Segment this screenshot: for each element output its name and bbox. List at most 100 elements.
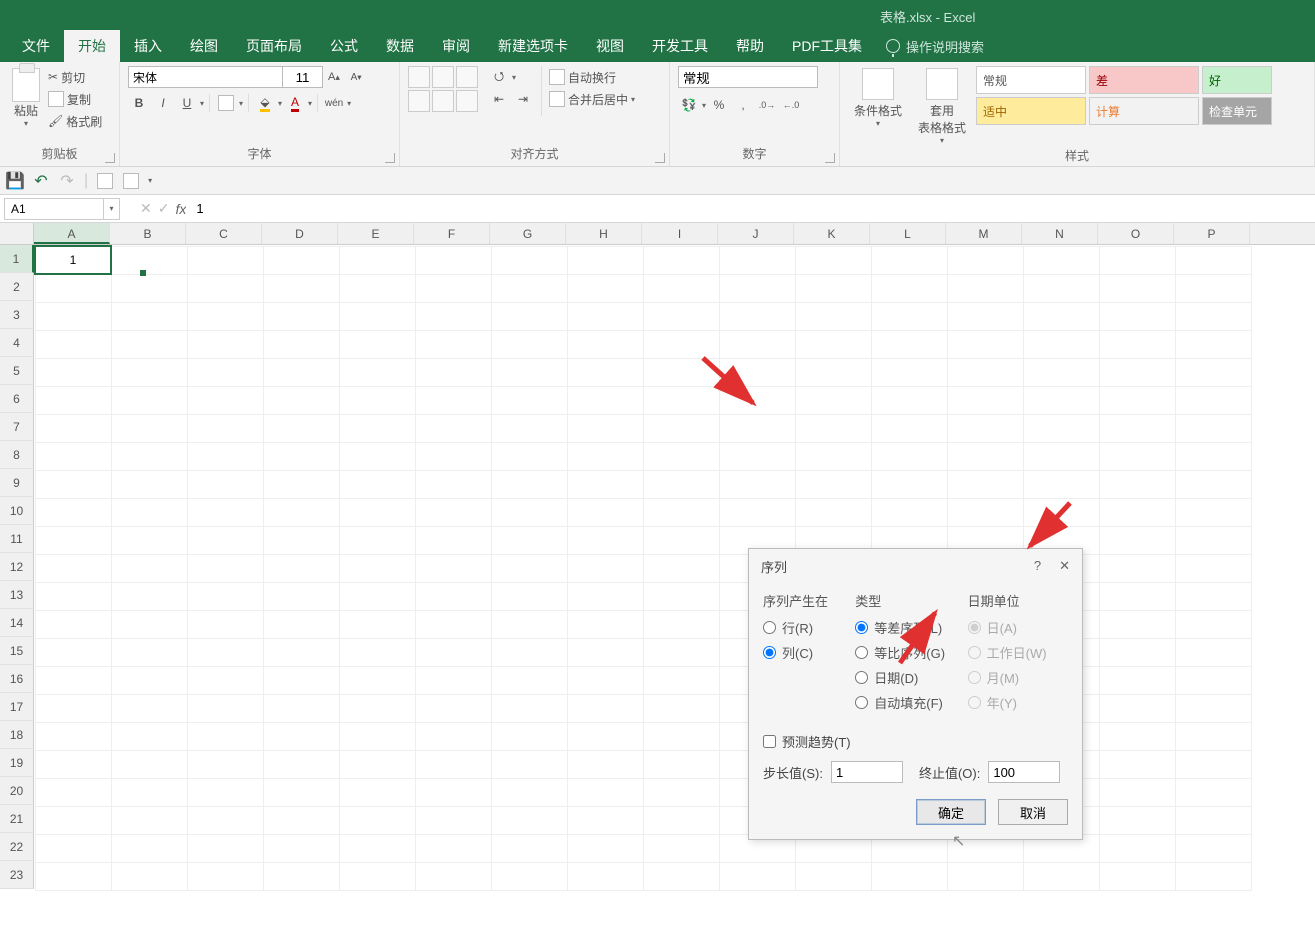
cell[interactable] [871,274,947,302]
cell[interactable] [1099,554,1175,582]
cell[interactable] [719,386,795,414]
cell[interactable] [415,750,491,778]
row-header-19[interactable]: 19 [0,749,34,777]
cell[interactable] [339,386,415,414]
trend-checkbox[interactable]: 预测趋势(T) [763,732,1068,751]
row-header-12[interactable]: 12 [0,553,34,581]
cell[interactable] [567,666,643,694]
cell[interactable] [111,778,187,806]
cut-button[interactable]: ✂剪切 [48,66,102,88]
cell[interactable] [491,778,567,806]
cell[interactable] [491,694,567,722]
cell[interactable] [491,750,567,778]
cell[interactable] [1023,442,1099,470]
cell[interactable] [871,358,947,386]
cell[interactable] [187,386,263,414]
cell[interactable] [643,638,719,666]
cell[interactable] [111,358,187,386]
bold-button[interactable]: B [128,92,150,114]
cell[interactable] [947,862,1023,890]
cell[interactable] [491,470,567,498]
cell[interactable] [947,274,1023,302]
cell[interactable] [795,302,871,330]
cell[interactable] [111,442,187,470]
cell[interactable] [415,302,491,330]
cell[interactable] [947,246,1023,274]
column-header-E[interactable]: E [338,223,414,244]
increase-indent-button[interactable]: ⇥ [512,88,534,110]
cell[interactable] [35,694,111,722]
cell[interactable] [1099,386,1175,414]
paste-button[interactable]: 粘贴 ▾ [8,66,44,130]
cell[interactable] [1099,358,1175,386]
cell[interactable] [187,638,263,666]
cell[interactable] [491,246,567,274]
row-header-23[interactable]: 23 [0,861,34,889]
cell[interactable] [35,442,111,470]
merge-center-button[interactable]: 合并后居中▾ [549,88,635,110]
cell[interactable] [415,610,491,638]
cell[interactable] [263,862,339,890]
comma-button[interactable]: , [732,94,754,116]
ok-button[interactable]: 确定 [916,799,986,825]
cell[interactable] [1099,610,1175,638]
cell[interactable] [1099,302,1175,330]
cell[interactable] [719,274,795,302]
cell[interactable] [187,862,263,890]
row-header-5[interactable]: 5 [0,357,34,385]
cell[interactable] [111,862,187,890]
cell[interactable] [567,246,643,274]
cell[interactable] [263,246,339,274]
cell[interactable] [643,666,719,694]
cell[interactable] [111,554,187,582]
cell[interactable] [795,274,871,302]
cell[interactable] [1175,666,1251,694]
cell[interactable] [1023,470,1099,498]
cell[interactable] [1099,442,1175,470]
cell[interactable] [1023,274,1099,302]
cell[interactable] [795,442,871,470]
close-button[interactable]: ✕ [1059,558,1070,574]
cell[interactable] [643,414,719,442]
cell[interactable] [1175,638,1251,666]
tab-formulas[interactable]: 公式 [316,30,372,62]
italic-button[interactable]: I [152,92,174,114]
cell[interactable] [339,806,415,834]
cells-area[interactable]: 1 [34,245,1315,891]
redo-button[interactable]: ↷ [58,172,76,190]
cell[interactable] [947,358,1023,386]
fill-color-button[interactable]: ⬙ [254,92,276,114]
cell[interactable] [187,526,263,554]
cell[interactable] [491,862,567,890]
cell[interactable] [1023,386,1099,414]
decrease-indent-button[interactable]: ⇤ [488,88,510,110]
cell[interactable] [339,414,415,442]
cell[interactable] [415,498,491,526]
cell[interactable] [567,274,643,302]
cell[interactable] [187,610,263,638]
cell[interactable] [567,806,643,834]
cell[interactable] [567,526,643,554]
cell[interactable] [263,806,339,834]
cell[interactable]: 1 [35,246,111,274]
row-header-22[interactable]: 22 [0,833,34,861]
row-header-15[interactable]: 15 [0,637,34,665]
style-calc[interactable]: 计算 [1089,97,1199,125]
radio-growth[interactable]: 等比序列(G) [855,643,955,662]
cell[interactable] [263,330,339,358]
enter-formula-button[interactable]: ✓ [158,200,170,217]
tab-home[interactable]: 开始 [64,30,120,62]
cell[interactable] [1175,722,1251,750]
cancel-formula-button[interactable]: ✕ [140,200,152,217]
cancel-button[interactable]: 取消 [998,799,1068,825]
cell[interactable] [567,414,643,442]
cell[interactable] [643,554,719,582]
cell[interactable] [1099,246,1175,274]
cell[interactable] [1175,414,1251,442]
cell[interactable] [947,498,1023,526]
column-header-A[interactable]: A [34,223,110,244]
cell[interactable] [415,862,491,890]
cell[interactable] [263,386,339,414]
cell[interactable] [1099,274,1175,302]
cell[interactable] [1175,694,1251,722]
